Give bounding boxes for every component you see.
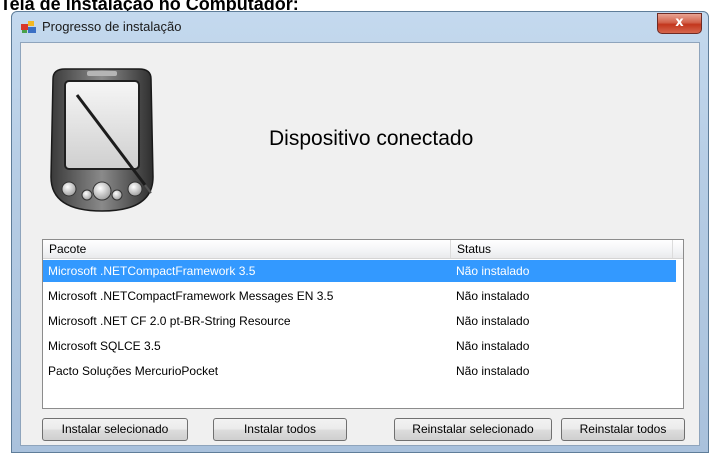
installer-window: Progresso de instalação x Dispositivo co… xyxy=(11,11,709,453)
reinstall-all-button[interactable]: Reinstalar todos xyxy=(561,418,685,441)
install-all-button[interactable]: Instalar todos xyxy=(213,418,347,441)
column-header-status[interactable]: Status xyxy=(451,240,673,258)
table-row[interactable]: Microsoft SQLCE 3.5 Não instalado xyxy=(43,335,676,357)
connection-status-title: Dispositivo conectado xyxy=(269,127,474,150)
package-name-cell: Microsoft SQLCE 3.5 xyxy=(48,339,161,353)
reinstall-selected-button[interactable]: Reinstalar selecionado xyxy=(394,418,552,441)
table-row[interactable]: Pacto Soluções MercurioPocket Não instala… xyxy=(43,360,676,382)
pda-device-icon xyxy=(50,68,154,212)
package-status-cell: Não instalado xyxy=(456,364,530,378)
installer-package-icon xyxy=(21,21,36,33)
package-list[interactable]: Pacote Status Microsoft .NETCompactFrame… xyxy=(42,239,684,409)
package-name-cell: Pacto Soluções MercurioPocket xyxy=(48,364,219,378)
package-status-cell: Não instalado xyxy=(456,339,530,353)
package-status-cell: Não instalado xyxy=(456,264,530,278)
title-bar[interactable]: Progresso de instalação x xyxy=(12,12,708,42)
column-header-package[interactable]: Pacote xyxy=(43,240,451,258)
window-title: Progresso de instalação xyxy=(42,19,182,34)
table-row[interactable]: Microsoft .NETCompactFramework Messages … xyxy=(43,285,676,307)
install-selected-button[interactable]: Instalar selecionado xyxy=(42,418,188,441)
package-name-cell: Microsoft .NETCompactFramework 3.5 xyxy=(48,264,256,278)
package-status-cell: Não instalado xyxy=(456,289,530,303)
package-name-cell: Microsoft .NETCompactFramework Messages … xyxy=(48,289,334,303)
table-row[interactable]: Microsoft .NET CF 2.0 pt-BR-String Resou… xyxy=(43,310,676,332)
table-row[interactable]: Microsoft .NETCompactFramework 3.5 Não in… xyxy=(43,260,676,282)
list-header: Pacote Status xyxy=(43,240,683,259)
package-name-cell: Microsoft .NET CF 2.0 pt-BR-String Resou… xyxy=(48,314,291,328)
window-client-area: Dispositivo conectado Pacote Status Micr… xyxy=(20,42,700,446)
close-button[interactable]: x xyxy=(657,13,702,34)
package-status-cell: Não instalado xyxy=(456,314,530,328)
